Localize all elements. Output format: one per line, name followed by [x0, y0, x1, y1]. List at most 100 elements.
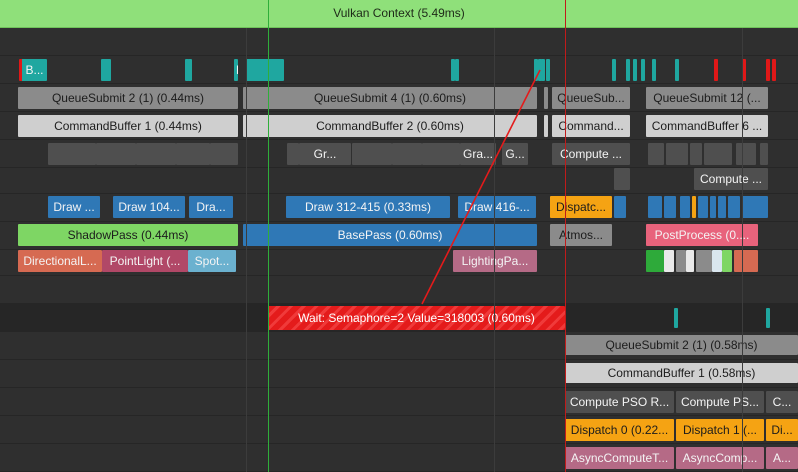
group-block[interactable]: [48, 143, 96, 165]
marker-block[interactable]: [612, 59, 616, 81]
async-queue-submit-block[interactable]: QueueSubmit 2 (1) (0.58ms): [565, 335, 798, 355]
draw-block[interactable]: Dra...: [189, 196, 233, 218]
marker-block[interactable]: [626, 59, 630, 81]
draw-block[interactable]: Draw 416-...: [458, 196, 536, 218]
subpass-block[interactable]: DirectionalL...: [18, 250, 102, 272]
draw-block[interactable]: [728, 196, 740, 218]
subpass-block[interactable]: [664, 250, 674, 272]
group-block[interactable]: [352, 143, 392, 165]
group-block[interactable]: [136, 143, 176, 165]
async-pass-block[interactable]: AsyncComputeT...: [565, 447, 674, 469]
group-block[interactable]: Gra...: [460, 143, 496, 165]
compute-sub-block[interactable]: Compute ...: [694, 168, 768, 190]
pass-block[interactable]: Atmos...: [550, 224, 612, 246]
draw-block[interactable]: [648, 196, 662, 218]
marker-block[interactable]: [641, 59, 645, 81]
subpass-block[interactable]: [686, 250, 694, 272]
draw-block[interactable]: [710, 196, 716, 218]
marker-block[interactable]: B...: [19, 59, 47, 81]
draw-block[interactable]: [680, 196, 690, 218]
command-buffer-block[interactable]: Command...: [552, 115, 630, 137]
marker-block[interactable]: [455, 59, 459, 81]
async-marker-block[interactable]: [766, 308, 770, 328]
subpass-block[interactable]: Spot...: [188, 250, 236, 272]
async-pass-block[interactable]: A...: [766, 447, 798, 469]
pass-block[interactable]: ShadowPass (0.44ms): [18, 224, 238, 246]
command-buffer-block[interactable]: CommandBuffer 6 ...: [646, 115, 768, 137]
subpass-block[interactable]: [646, 250, 664, 272]
pass-label: ShadowPass (0.44ms): [67, 228, 189, 242]
marker-block[interactable]: [633, 59, 637, 81]
group-block[interactable]: [422, 143, 460, 165]
queue-submit-block[interactable]: QueueSub...: [552, 87, 630, 109]
group-block[interactable]: Gr...: [299, 143, 351, 165]
queue-submit-block[interactable]: QueueSubmit 12 (...: [646, 87, 768, 109]
queue-submit-block[interactable]: QueueSubmit 4 (1) (0.60ms): [243, 87, 537, 109]
marker-block[interactable]: [652, 59, 656, 81]
draw-block[interactable]: [692, 196, 696, 218]
queue-submit-label: QueueSubmit 2 (1) (0.44ms): [51, 91, 205, 105]
marker-block[interactable]: [766, 59, 770, 81]
draw-block[interactable]: Draw 104...: [113, 196, 185, 218]
subpass-block[interactable]: [734, 250, 758, 272]
compute-sub-block[interactable]: [614, 168, 630, 190]
marker-block[interactable]: Barr...: [234, 59, 238, 81]
group-block[interactable]: [760, 143, 768, 165]
lane-async-dispatch: Dispatch 0 (0.22... Dispatch 1 (... Di...: [0, 416, 798, 444]
subpass-block[interactable]: [696, 250, 712, 272]
draw-block[interactable]: Draw ...: [48, 196, 100, 218]
marker-block[interactable]: [772, 59, 776, 81]
draw-block[interactable]: [698, 196, 708, 218]
marker-block[interactable]: [546, 59, 550, 81]
subpass-block[interactable]: [722, 250, 732, 272]
group-block[interactable]: G...: [502, 143, 528, 165]
marker-block[interactable]: [714, 59, 718, 81]
command-buffer-block[interactable]: [544, 115, 548, 137]
group-block[interactable]: [736, 143, 756, 165]
queue-submit-block[interactable]: [544, 87, 548, 109]
async-pass-block[interactable]: AsyncComp...: [676, 447, 764, 469]
async-marker-block[interactable]: [674, 308, 678, 328]
marker-block[interactable]: [246, 59, 284, 81]
marker-block[interactable]: [675, 59, 679, 81]
group-block[interactable]: Compute ...: [552, 143, 630, 165]
queue-submit-block[interactable]: QueueSubmit 2 (1) (0.44ms): [18, 87, 238, 109]
draw-block[interactable]: Dispatc...: [550, 196, 612, 218]
gpu-timeline[interactable]: Vulkan Context (5.49ms) B... Barr... Queu…: [0, 0, 798, 472]
draw-block[interactable]: [742, 196, 768, 218]
draw-block[interactable]: [614, 196, 626, 218]
group-label: Compute ...: [559, 147, 623, 161]
draw-block[interactable]: [664, 196, 676, 218]
semaphore-wait-block[interactable]: Wait: Semaphore=2 Value=318003 (0.60ms): [268, 306, 565, 330]
marker-block[interactable]: [101, 59, 111, 81]
subpass-block[interactable]: [676, 250, 686, 272]
async-dispatch-block[interactable]: Dispatch 1 (...: [676, 419, 764, 441]
pass-block[interactable]: BasePass (0.60ms): [243, 224, 537, 246]
group-block[interactable]: [392, 143, 422, 165]
group-block[interactable]: [704, 143, 732, 165]
command-buffer-block[interactable]: CommandBuffer 1 (0.44ms): [18, 115, 238, 137]
draw-block[interactable]: Draw 312-415 (0.33ms): [286, 196, 450, 218]
subpass-block[interactable]: LightingPa...: [453, 250, 537, 272]
async-command-buffer-label: CommandBuffer 1 (0.58ms): [607, 366, 756, 380]
group-block[interactable]: [96, 143, 136, 165]
draw-label: Dra...: [196, 200, 226, 214]
async-compute-block[interactable]: Compute PS...: [676, 391, 764, 413]
group-block[interactable]: [287, 143, 299, 165]
group-block[interactable]: [648, 143, 664, 165]
draw-block[interactable]: [718, 196, 726, 218]
group-block[interactable]: [666, 143, 688, 165]
async-dispatch-block[interactable]: Dispatch 0 (0.22...: [565, 419, 674, 441]
async-dispatch-block[interactable]: Di...: [766, 419, 798, 441]
async-compute-block[interactable]: C...: [766, 391, 798, 413]
group-block[interactable]: [210, 143, 238, 165]
group-block[interactable]: [176, 143, 210, 165]
async-compute-block[interactable]: Compute PSO R...: [565, 391, 674, 413]
subpass-block[interactable]: [712, 250, 722, 272]
command-buffer-block[interactable]: CommandBuffer 2 (0.60ms): [243, 115, 537, 137]
marker-block[interactable]: [541, 59, 545, 81]
subpass-block[interactable]: PointLight (...: [102, 250, 188, 272]
group-block[interactable]: [690, 143, 702, 165]
marker-block[interactable]: [188, 59, 192, 81]
async-command-buffer-block[interactable]: CommandBuffer 1 (0.58ms): [565, 363, 798, 383]
